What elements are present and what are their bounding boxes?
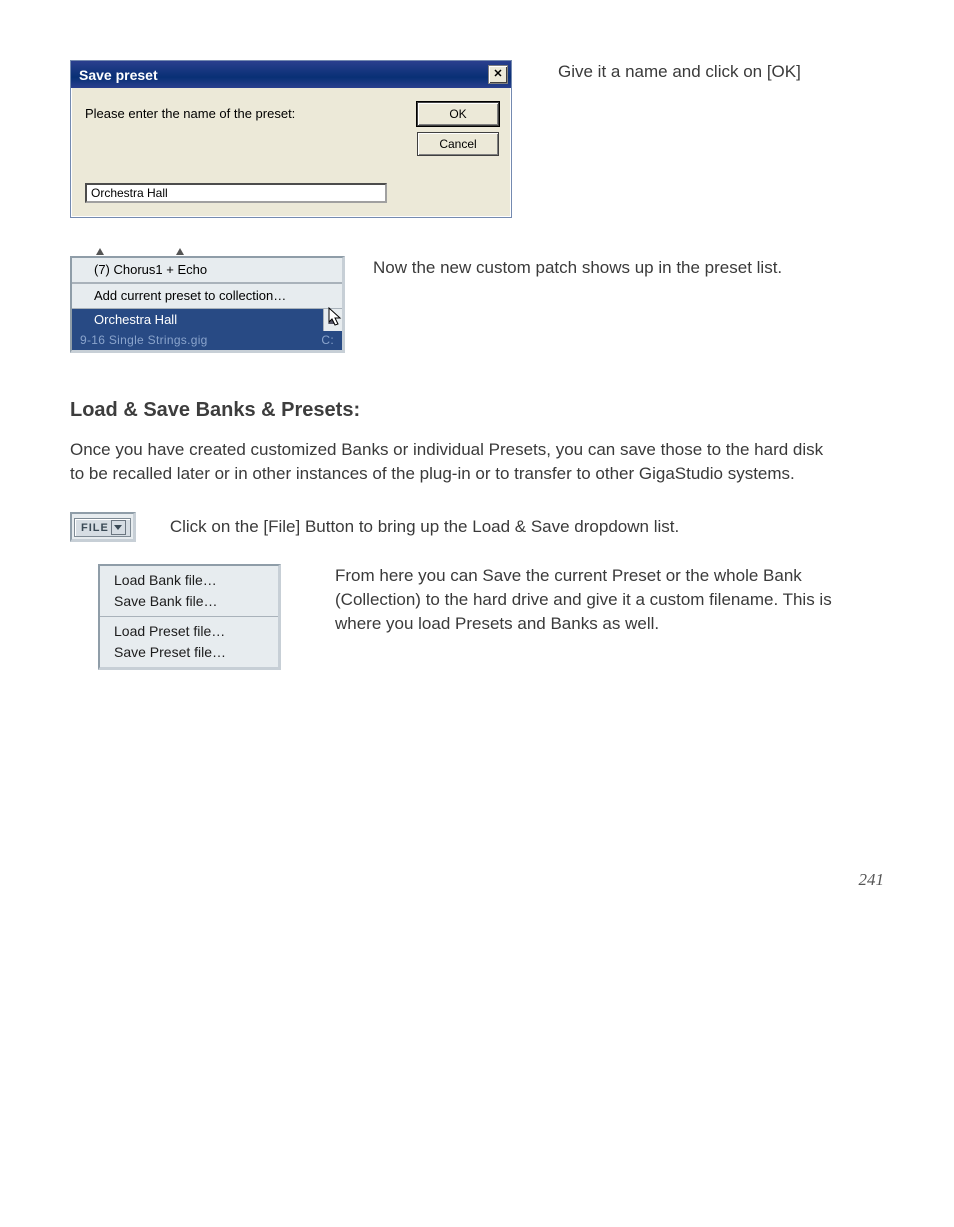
preset-panel-footer: 9-16 Single Strings.gig C:	[72, 331, 342, 350]
close-icon[interactable]: ✕	[488, 65, 508, 84]
menu-item-load-preset[interactable]: Load Preset file…	[100, 621, 278, 642]
caption-file-button: Click on the [File] Button to bring up t…	[170, 515, 679, 539]
menu-item-load-bank[interactable]: Load Bank file…	[100, 570, 278, 591]
section-heading: Load & Save Banks & Presets:	[70, 399, 884, 422]
caption-custom-patch: Now the new custom patch shows up in the…	[373, 256, 782, 280]
dialog-title: Save preset	[79, 67, 158, 83]
preset-name-input[interactable]	[85, 183, 387, 203]
file-button[interactable]: FILE	[74, 518, 131, 537]
add-current-preset-item[interactable]: Add current preset to collection…	[72, 283, 342, 309]
save-preset-dialog: Save preset ✕ Please enter the name of t…	[70, 60, 512, 218]
preset-item-chorus-echo[interactable]: (7) Chorus1 + Echo	[72, 258, 342, 283]
preset-list-panel: (7) Chorus1 + Echo Add current preset to…	[70, 256, 345, 353]
scroll-up-button[interactable]	[323, 309, 342, 331]
menu-item-save-bank[interactable]: Save Bank file…	[100, 591, 278, 612]
ok-button[interactable]: OK	[417, 102, 499, 126]
dialog-prompt: Please enter the name of the preset:	[85, 102, 295, 162]
section-intro-paragraph: Once you have created customized Banks o…	[70, 438, 830, 486]
page-number: 241	[70, 870, 884, 890]
file-button-container: FILE	[70, 512, 136, 543]
footer-drive: C:	[321, 333, 334, 347]
dialog-titlebar: Save preset ✕	[71, 61, 511, 88]
footer-filename: 9-16 Single Strings.gig	[80, 333, 208, 347]
chevron-down-icon	[114, 525, 122, 530]
preset-item-selected[interactable]: Orchestra Hall	[72, 309, 323, 331]
caption-file-menu: From here you can Save the current Prese…	[335, 564, 835, 635]
caption-name-and-ok: Give it a name and click on [OK]	[558, 60, 801, 84]
menu-item-save-preset[interactable]: Save Preset file…	[100, 642, 278, 663]
file-button-label: FILE	[81, 522, 109, 534]
file-menu: Load Bank file… Save Bank file… Load Pre…	[98, 564, 281, 670]
file-dropdown-toggle[interactable]	[111, 520, 126, 535]
cancel-button[interactable]: Cancel	[417, 132, 499, 156]
